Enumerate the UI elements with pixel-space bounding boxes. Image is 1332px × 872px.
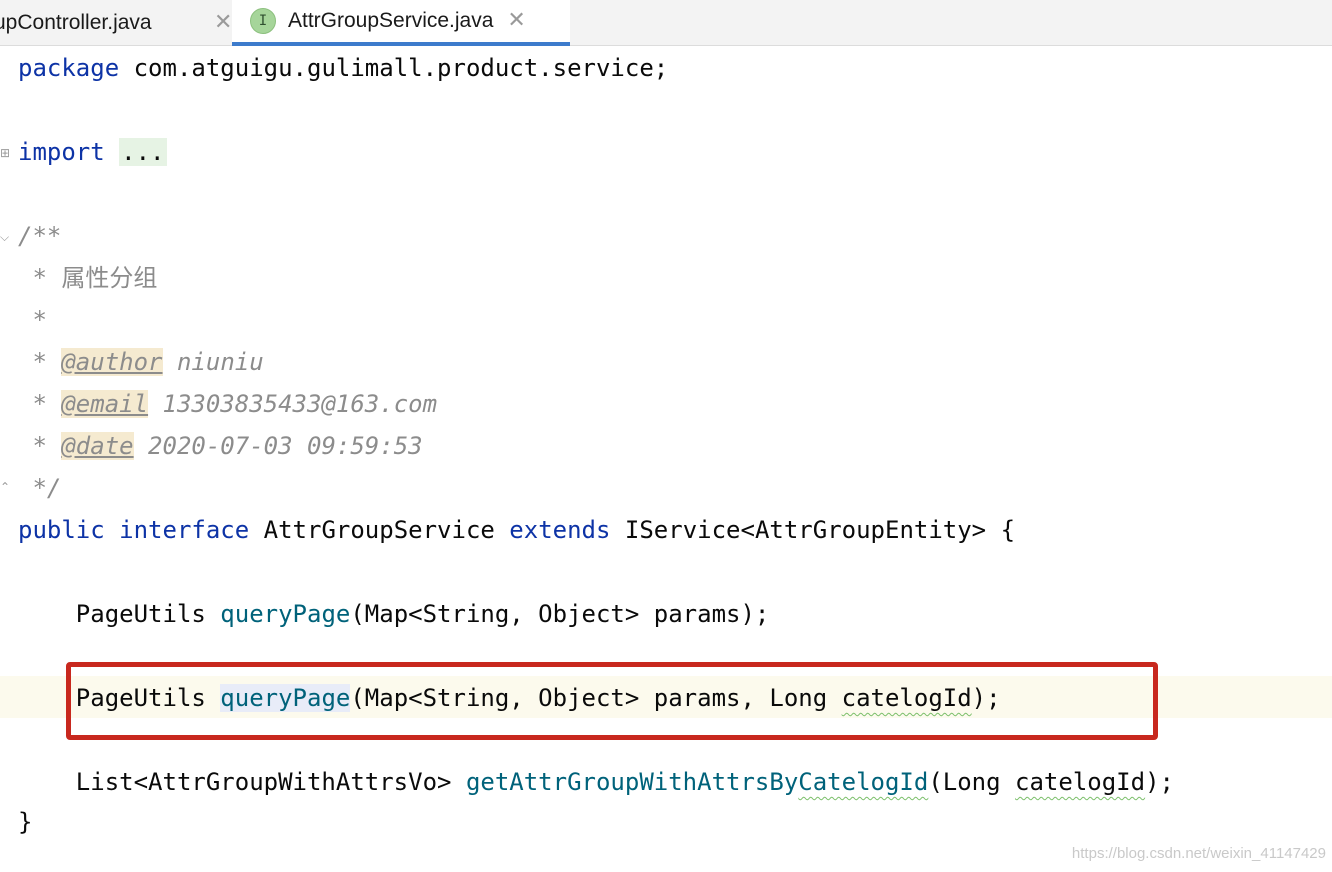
code-line-method-getattrgroup[interactable]: List<AttrGroupWithAttrsVo> getAttrGroupW…	[18, 762, 1174, 802]
keyword: extends	[509, 516, 611, 544]
tab-label: upController.java	[0, 11, 152, 34]
method-name: CatelogId	[798, 768, 929, 796]
javadoc-tag: @email	[61, 390, 149, 418]
comment-line: /**	[18, 222, 62, 250]
comment-email-line: * @email 13303835433@163.com	[18, 384, 437, 424]
code-text: );	[1145, 768, 1174, 796]
code-text: AttrGroupService	[249, 516, 510, 544]
keyword: package	[18, 54, 120, 82]
method-name: queryPage	[220, 600, 351, 628]
comment-text: *	[18, 390, 62, 418]
editor-tab-bar: upController.java ✕ I AttrGroupService.j…	[0, 0, 1332, 46]
close-icon[interactable]: ✕	[507, 10, 525, 32]
close-icon[interactable]: ✕	[214, 12, 232, 34]
code-text: com.atguigu.gulimall.product.service;	[119, 54, 669, 82]
code-text: PageUtils	[18, 600, 221, 628]
keyword: interface	[119, 516, 250, 544]
comment-line: */	[18, 474, 62, 502]
comment-date-line: * @date 2020-07-03 09:59:53	[18, 426, 423, 466]
comment-line: * 属性分组	[18, 264, 158, 292]
javadoc-tag: @date	[61, 432, 134, 460]
tab-attr-group-service[interactable]: I AttrGroupService.java ✕	[232, 0, 570, 46]
method-name: getAttrGroupWithAttrsBy	[465, 768, 799, 796]
watermark: https://blog.csdn.net/weixin_41147429	[1071, 845, 1326, 862]
comment-text: 2020-07-03 09:59:53	[133, 432, 423, 460]
comment-line: *	[18, 306, 47, 334]
code-editor[interactable]: ⊞ ⌵ ⌃ package com.atguigu.gulimall.produ…	[0, 46, 1332, 872]
interface-icon: I	[250, 8, 276, 34]
comment-author-line: * @author niuniu	[18, 342, 264, 382]
comment-text: *	[18, 432, 62, 460]
tab-group-controller[interactable]: upController.java ✕	[0, 0, 232, 46]
code-text: IService<AttrGroupEntity> {	[610, 516, 1016, 544]
code-line-method-querypage[interactable]: PageUtils queryPage(Map<String, Object> …	[18, 594, 770, 634]
comment-text: 13303835433@163.com	[148, 390, 438, 418]
fold-end-icon[interactable]: ⌃	[0, 480, 12, 494]
code-line-close-brace[interactable]: }	[18, 802, 32, 842]
keyword: public	[18, 516, 105, 544]
folded-imports[interactable]: ...	[119, 138, 167, 166]
highlight-annotation-box	[66, 662, 1158, 740]
code-line-import[interactable]: import ...	[18, 132, 167, 172]
param-name: catelogId	[1015, 768, 1146, 796]
code-line-interface-decl[interactable]: public interface AttrGroupService extend…	[18, 510, 1015, 550]
fold-expand-icon[interactable]: ⊞	[0, 146, 12, 160]
keyword: import	[18, 138, 105, 166]
tab-label: AttrGroupService.java	[288, 9, 494, 32]
comment-text: niuniu	[162, 348, 264, 376]
code-text: (Map<String, Object> params);	[350, 600, 770, 628]
code-text: (Long	[928, 768, 1016, 796]
comment-text: *	[18, 348, 62, 376]
fold-collapse-icon[interactable]: ⌵	[0, 230, 12, 244]
code-line-package[interactable]: package com.atguigu.gulimall.product.ser…	[18, 48, 668, 88]
code-text: List<AttrGroupWithAttrsVo>	[18, 768, 466, 796]
javadoc-tag: @author	[61, 348, 163, 376]
